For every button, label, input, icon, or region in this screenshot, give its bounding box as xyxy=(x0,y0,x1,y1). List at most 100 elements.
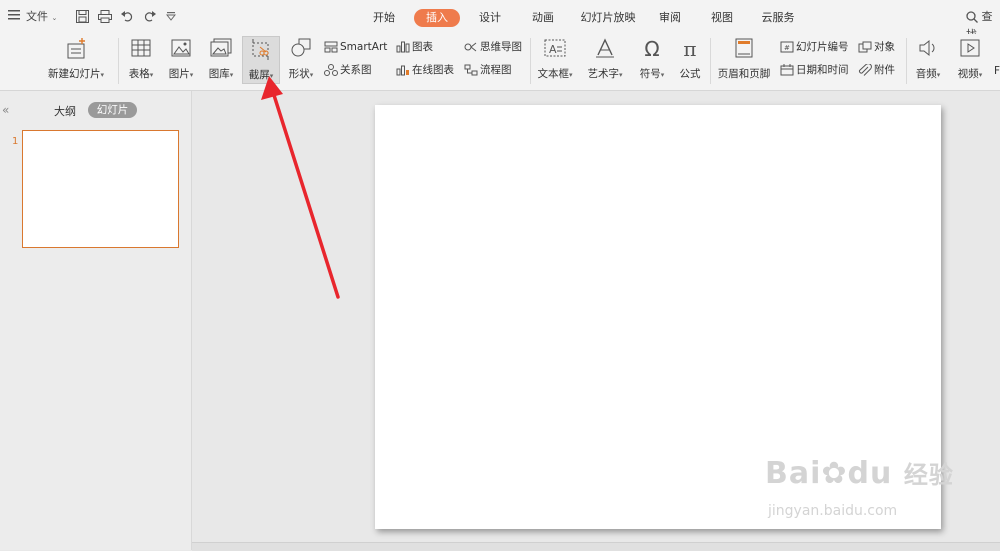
paperclip-icon xyxy=(858,63,872,76)
redo-icon[interactable] xyxy=(143,10,156,25)
pi-icon: π xyxy=(683,37,697,61)
table-button[interactable]: 表格▾ xyxy=(124,38,158,81)
wordart-icon xyxy=(596,38,614,58)
tab-cloud-services[interactable]: 云服务 xyxy=(754,9,802,27)
new-slide-label: 新建幻灯片 xyxy=(47,68,101,80)
formula-label: 公式 xyxy=(679,68,701,80)
collapse-panel-icon[interactable]: « xyxy=(2,103,9,117)
smartart-label: SmartArt xyxy=(340,41,388,53)
new-slide-button[interactable]: 新建幻灯片▾ xyxy=(44,38,108,81)
cutoff-ribbon-item[interactable]: F xyxy=(994,65,1000,77)
picture-label: 图片 xyxy=(168,68,190,80)
textbox-icon: A xyxy=(544,39,566,57)
search-button[interactable]: 查找 xyxy=(966,8,1000,41)
flowchart-icon xyxy=(464,64,478,76)
video-button[interactable]: 视频▾ xyxy=(952,38,988,81)
watermark-cn: 经验 xyxy=(903,461,954,489)
tab-insert[interactable]: 插入 xyxy=(414,9,460,27)
watermark-logo: Bai✿du 经验 xyxy=(765,455,954,491)
shapes-icon xyxy=(291,38,311,57)
screenshot-icon xyxy=(252,39,269,60)
tab-home[interactable]: 开始 xyxy=(366,9,402,27)
datetime-button[interactable]: 日期和时间 xyxy=(780,61,849,79)
symbol-button[interactable]: Ω 符号▾ xyxy=(634,38,670,81)
omega-icon: Ω xyxy=(644,37,660,61)
symbol-label: 符号 xyxy=(639,68,661,80)
online-chart-button[interactable]: 在线图表 xyxy=(396,61,454,79)
table-icon xyxy=(131,39,151,57)
tab-slideshow[interactable]: 幻灯片放映 xyxy=(576,9,640,27)
tab-design[interactable]: 设计 xyxy=(472,9,508,27)
header-footer-label: 页眉和页脚 xyxy=(717,68,771,80)
customize-quick-access-icon[interactable] xyxy=(165,11,177,24)
file-menu-label: 文件 xyxy=(26,10,48,23)
tab-slides[interactable]: 幻灯片 xyxy=(88,102,137,118)
wordart-label: 艺术字 xyxy=(587,68,619,80)
chart-button[interactable]: 图表 xyxy=(396,38,433,56)
smartart-icon xyxy=(324,41,338,53)
svg-text:#: # xyxy=(784,44,790,52)
video-icon xyxy=(960,39,980,57)
search-icon xyxy=(966,11,978,23)
ribbon-separator xyxy=(118,38,119,84)
undo-icon[interactable] xyxy=(121,10,134,25)
tab-animation[interactable]: 动画 xyxy=(524,9,562,27)
wordart-button[interactable]: 艺术字▾ xyxy=(584,38,626,81)
new-slide-icon xyxy=(67,38,85,59)
audio-button[interactable]: 音频▾ xyxy=(910,38,946,81)
chart-label: 图表 xyxy=(412,41,433,53)
mindmap-icon xyxy=(464,42,477,52)
online-chart-icon xyxy=(396,65,409,76)
online-chart-label: 在线图表 xyxy=(412,64,454,76)
mindmap-label: 思维导图 xyxy=(480,41,522,53)
audio-label: 音频 xyxy=(915,68,937,80)
gallery-button[interactable]: 图库▾ xyxy=(204,38,238,81)
save-icon[interactable] xyxy=(76,10,89,26)
watermark-brand: Bai xyxy=(765,456,822,491)
svg-text:A: A xyxy=(549,43,557,56)
tab-review[interactable]: 审阅 xyxy=(652,9,688,27)
object-button[interactable]: 对象 xyxy=(858,38,895,56)
mindmap-button[interactable]: 思维导图 xyxy=(464,38,522,56)
gallery-icon xyxy=(210,38,232,57)
smartart-button[interactable]: SmartArt xyxy=(324,38,387,56)
attachment-button[interactable]: 附件 xyxy=(858,61,895,79)
chart-icon xyxy=(396,41,410,53)
title-bar: 文件 ⌄ 开始 插入 设计 动画 幻灯片放映 审阅 视图 云服务 查找 xyxy=(0,0,1000,41)
calendar-icon xyxy=(780,64,794,76)
picture-button[interactable]: 图片▾ xyxy=(164,38,198,81)
annotation-arrow xyxy=(261,76,340,299)
picture-icon xyxy=(171,39,191,57)
slide-number-button[interactable]: # 幻灯片编号 xyxy=(780,38,849,56)
watermark-brand-2: du xyxy=(847,456,893,491)
table-label: 表格 xyxy=(128,68,150,80)
flowchart-label: 流程图 xyxy=(480,64,512,76)
textbox-button[interactable]: A 文本框▾ xyxy=(534,38,576,81)
slide-thumbnail[interactable] xyxy=(22,130,179,248)
file-menu[interactable]: 文件 ⌄ xyxy=(26,8,57,26)
object-label: 对象 xyxy=(874,41,895,53)
ribbon-separator xyxy=(530,38,531,84)
header-footer-icon xyxy=(735,38,753,58)
ribbon-separator xyxy=(906,38,907,84)
watermark-url: jingyan.baidu.com xyxy=(768,503,898,519)
video-label: 视频 xyxy=(957,68,979,80)
chevron-down-icon: ⌄ xyxy=(51,14,58,22)
tab-view[interactable]: 视图 xyxy=(704,9,740,27)
formula-button[interactable]: π 公式 xyxy=(674,38,706,81)
textbox-label: 文本框 xyxy=(537,68,569,80)
print-icon[interactable] xyxy=(98,10,112,26)
header-footer-button[interactable]: 页眉和页脚 xyxy=(714,38,774,81)
ribbon-separator xyxy=(710,38,711,84)
paw-icon: ✿ xyxy=(821,456,848,491)
datetime-label: 日期和时间 xyxy=(796,64,849,76)
slide-index: 1 xyxy=(12,136,19,147)
slide-number-label: 幻灯片编号 xyxy=(796,41,849,53)
slide-number-icon: # xyxy=(780,41,794,53)
tab-outline[interactable]: 大纲 xyxy=(54,103,76,119)
flowchart-button[interactable]: 流程图 xyxy=(464,61,512,79)
hamburger-menu-icon[interactable] xyxy=(8,8,20,26)
attachment-label: 附件 xyxy=(874,64,895,76)
object-icon xyxy=(858,41,872,53)
speaker-icon xyxy=(919,39,935,57)
